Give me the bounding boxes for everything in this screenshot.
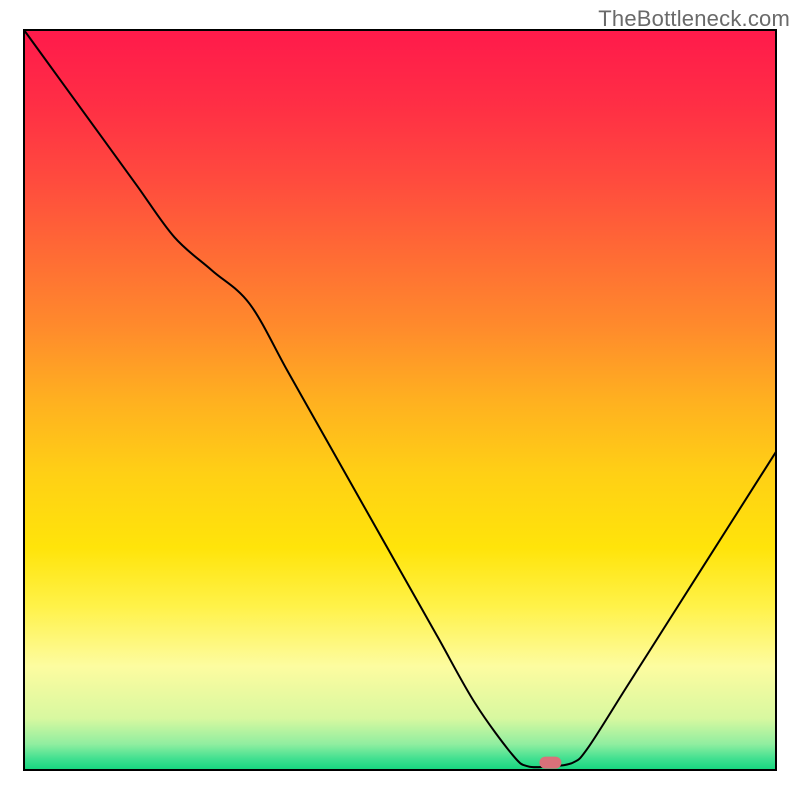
bottleneck-chart — [0, 0, 800, 800]
chart-container: TheBottleneck.com — [0, 0, 800, 800]
watermark-text: TheBottleneck.com — [598, 6, 790, 32]
optimal-marker — [539, 757, 561, 769]
chart-background — [24, 30, 776, 770]
